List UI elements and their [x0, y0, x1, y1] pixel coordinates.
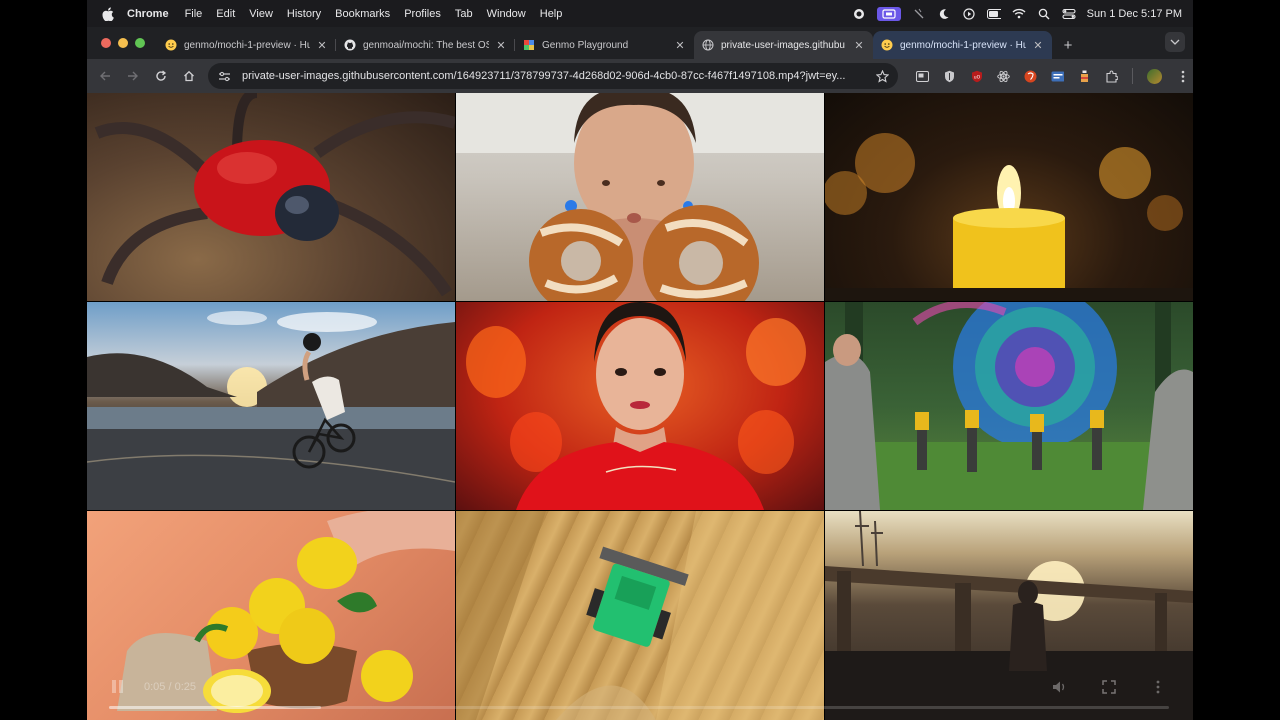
slash-icon[interactable] [912, 7, 926, 21]
close-tab-icon[interactable]: ✕ [495, 39, 507, 52]
tab-title: Genmo Playground [542, 39, 629, 51]
menu-window[interactable]: Window [487, 8, 526, 20]
back-button[interactable] [92, 63, 118, 89]
home-button[interactable] [176, 63, 202, 89]
tab-title: genmo/mochi-1-preview · Hu [184, 39, 310, 51]
menu-view[interactable]: View [249, 8, 273, 20]
hugging-face-icon [881, 39, 893, 51]
macos-menu-bar: Chrome File Edit View History Bookmarks … [87, 0, 1193, 27]
pause-button[interactable] [112, 680, 128, 696]
browser-window: Chrome File Edit View History Bookmarks … [87, 0, 1193, 720]
bookmark-star-icon[interactable] [874, 68, 890, 84]
browser-toolbar: private-user-images.githubusercontent.co… [87, 59, 1193, 93]
home-icon [184, 70, 194, 82]
thumbnail-hikers-and-portal [825, 302, 1193, 510]
close-tab-icon[interactable]: ✕ [1032, 39, 1044, 52]
picture-in-picture-icon[interactable] [916, 70, 929, 83]
genmo-icon [523, 39, 535, 51]
shield-icon[interactable] [943, 70, 956, 83]
forward-button[interactable] [120, 63, 146, 89]
profile-avatar[interactable] [1147, 68, 1162, 84]
github-icon [344, 39, 356, 51]
menu-file[interactable]: File [185, 8, 203, 20]
battery-icon[interactable] [986, 7, 1001, 21]
menu-bookmarks[interactable]: Bookmarks [335, 8, 390, 20]
wifi-icon[interactable] [1012, 7, 1026, 21]
menu-profiles[interactable]: Profiles [404, 8, 441, 20]
status-area: Sun 1 Dec 5:17 PM [852, 6, 1182, 21]
thumbnail-red-spider [87, 93, 455, 301]
menu-help[interactable]: Help [540, 8, 563, 20]
tab-hugging-face-model-2[interactable]: genmo/mochi-1-preview · Hu ✕ [873, 31, 1052, 59]
globe-icon [702, 39, 714, 51]
reload-button[interactable] [148, 63, 174, 89]
tab-hugging-face-model[interactable]: genmo/mochi-1-preview · Hu ✕ [157, 31, 336, 59]
chevron-down-icon [1170, 39, 1180, 45]
red-extension-icon[interactable] [1024, 70, 1037, 83]
tab-private-user-images[interactable]: private-user-images.githubu ✕ [694, 31, 873, 59]
arrow-right-icon [128, 71, 138, 81]
tab-search-button[interactable] [1165, 32, 1185, 52]
volume-icon[interactable] [1051, 678, 1069, 696]
bottle-extension-icon[interactable] [1078, 70, 1091, 83]
site-info-icon[interactable] [216, 68, 232, 84]
ublock-icon[interactable]: uO [970, 70, 983, 83]
reload-icon [156, 70, 167, 81]
tab-title: genmoai/mochi: The best OS [363, 39, 489, 51]
tab-genmo-playground[interactable]: Genmo Playground ✕ [515, 31, 694, 59]
close-tab-icon[interactable]: ✕ [674, 39, 686, 52]
minimize-window-button[interactable] [118, 38, 128, 48]
thumbnail-woman-with-lanterns [456, 302, 824, 510]
tab-title: private-user-images.githubu [721, 39, 845, 51]
url-text[interactable]: private-user-images.githubusercontent.co… [242, 70, 874, 82]
arrow-left-icon [100, 71, 110, 81]
video-time: 0:05 / 0:25 [144, 681, 196, 693]
extensions-area: uO [916, 68, 1189, 84]
react-devtools-icon[interactable] [997, 70, 1010, 83]
close-tab-icon[interactable]: ✕ [853, 39, 865, 52]
apple-icon[interactable] [101, 6, 115, 21]
window-controls [101, 38, 145, 48]
menu-chrome[interactable]: Chrome [127, 8, 169, 20]
toolbar-divider [1132, 68, 1133, 84]
moon-icon[interactable] [937, 7, 951, 21]
thumbnail-candle [825, 93, 1193, 301]
menu-edit[interactable]: Edit [216, 8, 235, 20]
video-controls: 0:05 / 0:25 [87, 676, 1193, 720]
address-bar[interactable]: private-user-images.githubusercontent.co… [208, 63, 898, 89]
tab-strip: genmo/mochi-1-preview · Hu ✕ genmoai/moc… [87, 27, 1193, 59]
seek-progress [109, 706, 321, 709]
search-icon[interactable] [1037, 7, 1051, 21]
record-icon[interactable] [852, 7, 866, 21]
kebab-menu-icon[interactable] [1176, 70, 1189, 83]
fullscreen-icon[interactable] [1100, 678, 1118, 696]
screen-recorder-icon[interactable] [876, 6, 901, 21]
zoom-window-button[interactable] [135, 38, 145, 48]
more-options-icon[interactable] [1149, 678, 1167, 696]
tab-title: genmo/mochi-1-preview · Hu [900, 39, 1026, 51]
play-circle-icon[interactable] [962, 7, 976, 21]
close-tab-icon[interactable]: ✕ [316, 39, 328, 52]
svg-text:uO: uO [973, 74, 980, 80]
thumbnail-woman-with-donuts [456, 93, 824, 301]
screenshot-extension-icon[interactable] [1051, 70, 1064, 83]
video-player[interactable]: 0:05 / 0:25 [87, 93, 1193, 720]
new-tab-button[interactable]: + [1056, 31, 1080, 59]
control-center-icon[interactable] [1062, 7, 1076, 21]
menu-tab[interactable]: Tab [455, 8, 473, 20]
hugging-face-icon [165, 39, 177, 51]
tab-github-repo[interactable]: genmoai/mochi: The best OS ✕ [336, 31, 515, 59]
menubar-clock[interactable]: Sun 1 Dec 5:17 PM [1087, 8, 1182, 20]
menu-history[interactable]: History [287, 8, 321, 20]
close-window-button[interactable] [101, 38, 111, 48]
seek-bar[interactable] [109, 706, 1169, 709]
thumbnail-cyclist-by-lake [87, 302, 455, 510]
extensions-puzzle-icon[interactable] [1105, 69, 1118, 83]
